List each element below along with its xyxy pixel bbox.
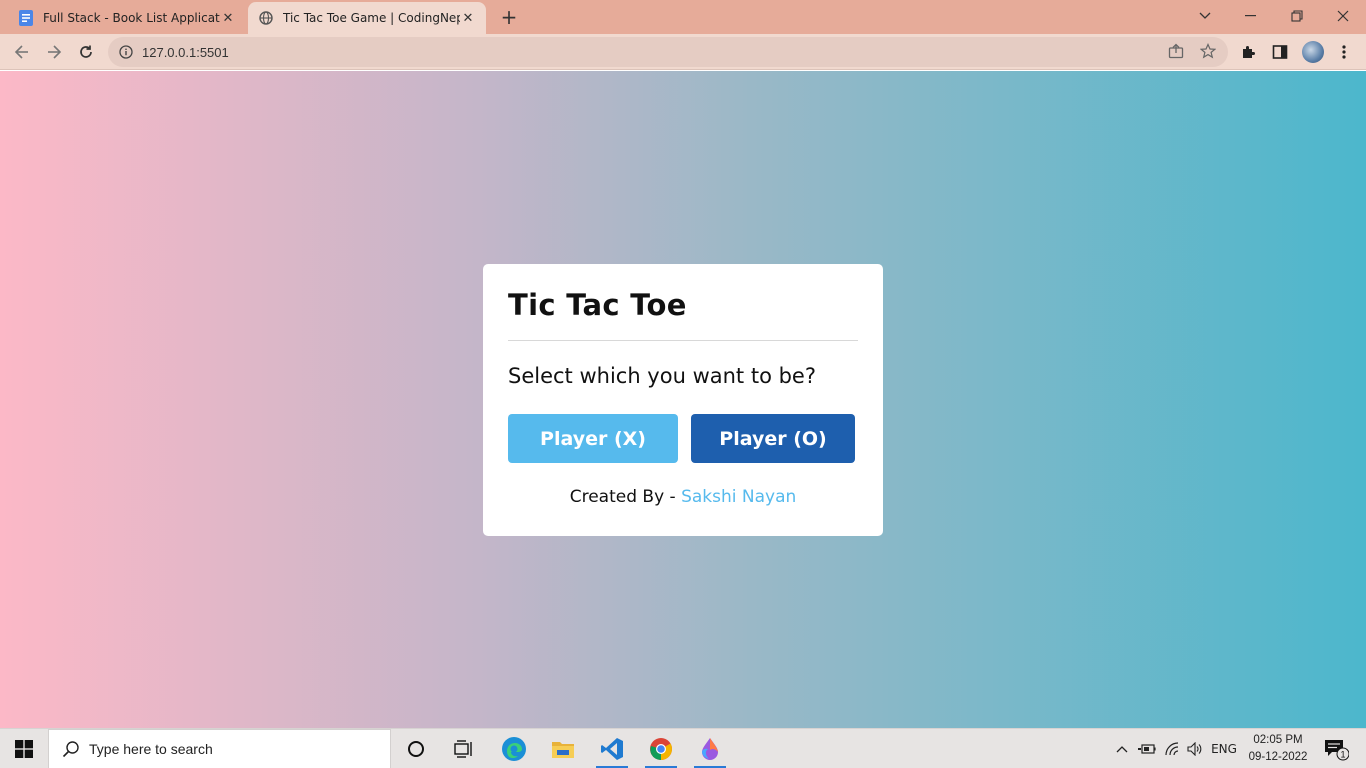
clock[interactable]: 02:05 PM 09-12-2022: [1244, 732, 1312, 766]
player-select-box: Tic Tac Toe Select which you want to be?…: [483, 264, 883, 536]
notification-icon[interactable]: 1: [1318, 729, 1354, 768]
close-icon[interactable]: ✕: [460, 10, 476, 26]
side-panel-icon[interactable]: [1269, 41, 1291, 63]
tab-search-chevron-icon[interactable]: [1191, 4, 1219, 28]
tab-book-list[interactable]: Full Stack - Book List Application ✕: [8, 2, 246, 34]
url-text: 127.0.0.1:5501: [142, 44, 229, 60]
extensions-puzzle-icon[interactable]: [1237, 41, 1259, 63]
tab-title: Full Stack - Book List Application: [43, 11, 220, 25]
back-arrow-icon[interactable]: [10, 40, 34, 64]
cortana-icon[interactable]: [394, 729, 438, 768]
divider: [508, 340, 858, 341]
minimize-icon[interactable]: [1237, 4, 1265, 28]
close-icon[interactable]: ✕: [220, 10, 236, 26]
globe-icon: [258, 10, 274, 26]
info-icon[interactable]: [118, 44, 134, 60]
credit-line: Created By - Sakshi Nayan: [483, 487, 883, 507]
restore-icon[interactable]: [1283, 4, 1311, 28]
menu-dots-icon[interactable]: [1333, 41, 1355, 63]
search-icon: [61, 739, 81, 759]
clock-date: 09-12-2022: [1248, 751, 1308, 763]
clock-time: 02:05 PM: [1253, 734, 1303, 746]
notification-count: 1: [1340, 750, 1345, 760]
share-icon[interactable]: [1166, 41, 1186, 61]
docs-icon: [18, 10, 34, 26]
page-background: Tic Tac Toe Select which you want to be?…: [0, 71, 1366, 728]
tab-title: Tic Tac Toe Game | CodingNepal: [283, 11, 460, 25]
edge-browser-icon[interactable]: [492, 729, 536, 768]
battery-icon[interactable]: [1136, 729, 1158, 768]
file-explorer-icon[interactable]: [541, 729, 585, 768]
player-o-button[interactable]: Player (O): [691, 414, 855, 463]
player-x-button[interactable]: Player (X): [508, 414, 678, 463]
game-title: Tic Tac Toe: [508, 288, 687, 322]
volume-icon[interactable]: [1184, 729, 1206, 768]
taskbar-search[interactable]: [48, 729, 391, 768]
browser-toolbar: 127.0.0.1:5501: [0, 34, 1366, 70]
paint-drop-icon[interactable]: [688, 729, 732, 768]
task-view-icon[interactable]: [442, 729, 486, 768]
credit-author[interactable]: Sakshi Nayan: [681, 487, 796, 507]
browser-tabstrip: Full Stack - Book List Application ✕ Tic…: [0, 0, 1366, 34]
address-bar[interactable]: 127.0.0.1:5501: [108, 37, 1228, 67]
language-indicator[interactable]: ENG: [1208, 729, 1240, 768]
chevron-up-icon[interactable]: [1113, 729, 1131, 768]
new-tab-button[interactable]: +: [498, 5, 520, 29]
vscode-icon[interactable]: [590, 729, 634, 768]
wifi-icon[interactable]: [1162, 729, 1184, 768]
select-prompt: Select which you want to be?: [508, 364, 816, 388]
taskbar: ENG 02:05 PM 09-12-2022 1: [0, 728, 1366, 768]
profile-avatar[interactable]: [1302, 41, 1324, 63]
tab-tic-tac-toe[interactable]: Tic Tac Toe Game | CodingNepal ✕: [248, 2, 486, 34]
windows-start-icon[interactable]: [0, 729, 48, 768]
close-window-icon[interactable]: [1329, 4, 1357, 28]
reload-icon[interactable]: [74, 40, 98, 64]
credit-prefix: Created By -: [569, 487, 676, 507]
bookmark-star-icon[interactable]: [1198, 41, 1218, 61]
chrome-icon[interactable]: [639, 729, 683, 768]
search-input[interactable]: [89, 741, 369, 757]
forward-arrow-icon[interactable]: [42, 40, 66, 64]
